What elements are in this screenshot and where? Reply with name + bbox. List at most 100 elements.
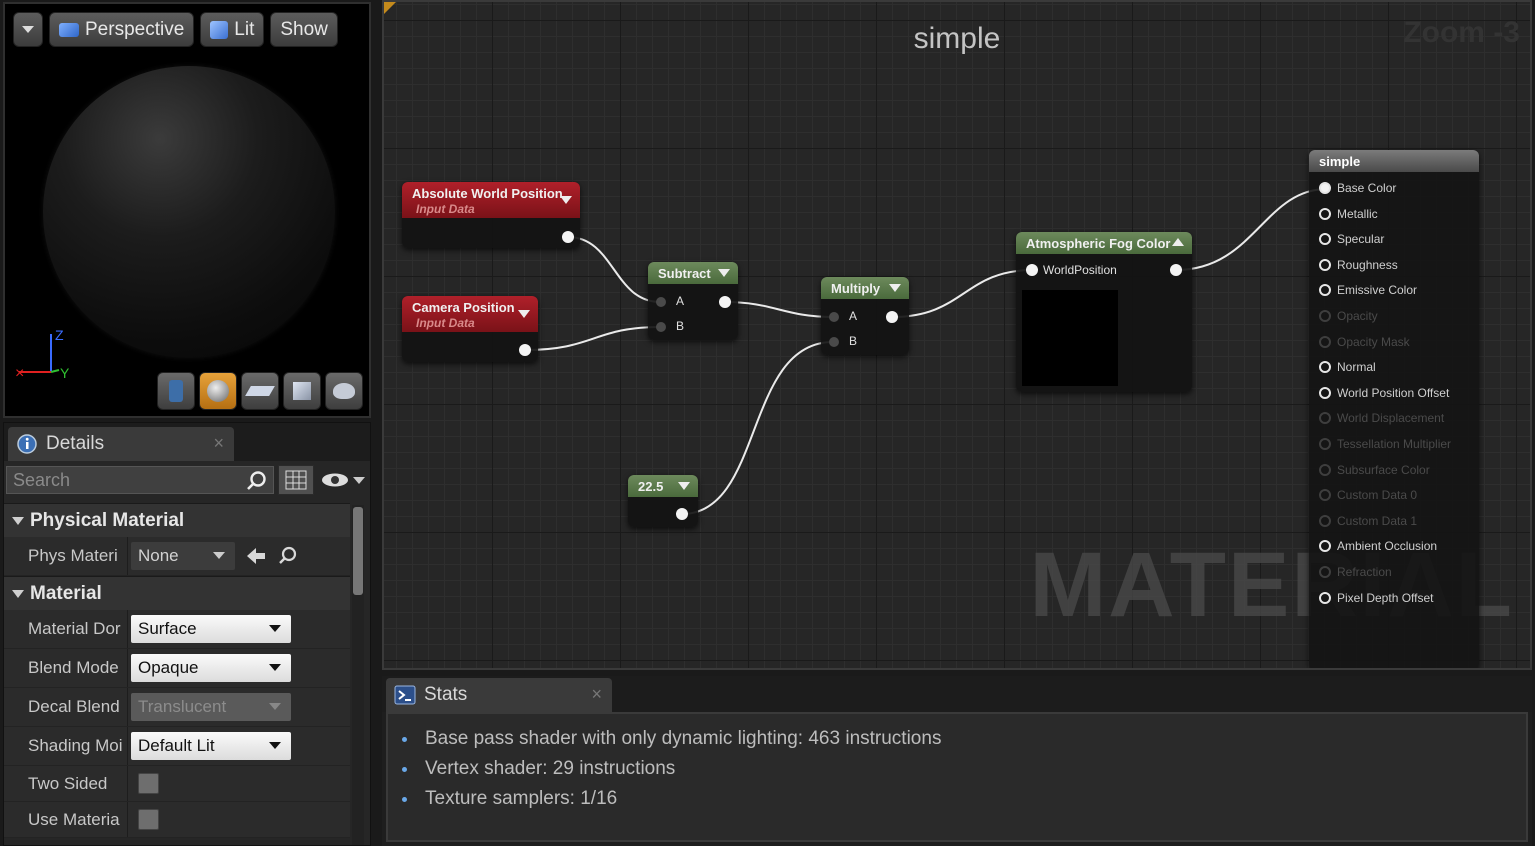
plane-button[interactable] [241,372,279,410]
category-material[interactable]: Material [4,576,350,610]
stats-body: Base pass shader with only dynamic light… [386,712,1528,842]
wire-fog-to-basecolor [1175,188,1328,271]
result-input-pin: Opacity [1319,306,1378,326]
view-options-button[interactable] [318,465,368,495]
chevron-down-icon[interactable] [560,196,572,204]
material-editor: Perspective Lit Show Z Y × Details × Sea… [0,0,1535,846]
pin-label: Custom Data 0 [1337,488,1418,503]
result-input-pin[interactable]: Roughness [1319,255,1398,275]
chevron-down-icon [269,703,281,710]
use-material-checkbox[interactable] [138,809,159,830]
input-pin-a[interactable] [656,297,666,307]
input-pin-b[interactable] [656,322,666,332]
result-input-pin[interactable]: Ambient Occlusion [1319,536,1437,556]
sphere-button[interactable] [199,372,237,410]
combo-value: Default Lit [138,736,215,755]
result-input-pin[interactable]: Emissive Color [1319,280,1417,300]
material-graph[interactable]: simple Zoom -3 MATERIAL Absolute World P… [382,0,1532,670]
result-input-pin[interactable]: Base Color [1319,178,1396,198]
property-value [128,773,159,794]
result-input-pin[interactable]: Pixel Depth Offset [1319,588,1434,608]
output-pin[interactable] [719,296,731,308]
perspective-label: Perspective [85,18,185,40]
input-pin-worldposition[interactable] [1026,264,1038,276]
property-row: Decal Blend Translucent [4,688,350,727]
pin-label: Refraction [1337,565,1392,579]
chevron-down-icon[interactable] [718,269,730,277]
node-atmospheric-fog-color[interactable]: Atmospheric Fog Color WorldPosition [1016,232,1192,392]
lit-button[interactable]: Lit [200,12,265,47]
stat-text: Texture samplers: 1/16 [425,788,618,809]
teapot-button[interactable] [325,372,363,410]
property-label: Use Materia [4,802,128,837]
details-tab-label: Details [46,433,105,454]
cube-lit-icon [210,20,229,39]
stats-console-icon [394,685,416,705]
stats-tab-label: Stats [424,684,468,705]
output-pin[interactable] [562,231,574,243]
bullet-icon [402,796,407,802]
pin-ring-icon [1319,566,1331,578]
chevron-up-icon[interactable] [1172,238,1184,246]
pin-label: WorldPosition [1043,263,1117,277]
pin-label: Custom Data 1 [1337,513,1418,528]
pin-label: World Position Offset [1337,385,1450,400]
axis-gizmo-icon: Z Y × [15,327,70,382]
node-absolute-world-position[interactable]: Absolute World Position Input Data [402,182,580,248]
wire-subtract-to-multiply [724,301,834,318]
node-preview [1022,290,1118,386]
pin-ring-icon [1319,361,1331,374]
node-constant[interactable]: 22.5 [628,475,698,527]
browse-search-icon[interactable] [277,545,299,567]
details-tab[interactable]: Details × [8,427,234,461]
details-scrollbar[interactable] [352,505,364,845]
result-input-pin: Refraction [1319,562,1392,582]
cylinder-button[interactable] [157,372,195,410]
pin-ring-icon [1319,207,1331,220]
pin-ring-icon [1319,591,1331,604]
material-domain-combo[interactable]: Surface [131,615,291,643]
show-button[interactable]: Show [270,12,338,47]
output-pin[interactable] [886,311,898,323]
chevron-down-icon[interactable] [518,310,530,318]
result-input-pin[interactable]: World Position Offset [1319,383,1449,403]
cube-button[interactable] [283,372,321,410]
phys-material-combo[interactable]: None [131,542,235,570]
input-pin-b[interactable] [829,337,839,347]
node-title: Subtract [658,265,711,281]
node-multiply[interactable]: Multiply A B [821,277,909,355]
input-pin-a[interactable] [829,312,839,322]
blend-mode-combo[interactable]: Opaque [131,654,291,682]
scroll-thumb[interactable] [353,507,363,595]
shading-model-combo[interactable]: Default Lit [131,732,291,760]
close-icon[interactable]: × [591,684,602,705]
output-pin[interactable] [676,508,688,520]
property-label: Shading Moi [4,727,128,765]
use-selected-arrow-icon[interactable] [245,546,267,566]
chevron-down-icon[interactable] [678,482,690,490]
node-camera-position[interactable]: Camera Position Input Data [402,296,538,362]
viewport-options-button[interactable] [13,12,43,47]
property-matrix-button[interactable] [278,465,314,495]
node-subtract[interactable]: Subtract A B [648,262,738,340]
pin-label: Roughness [1337,257,1398,272]
two-sided-checkbox[interactable] [138,773,159,794]
pin-ring-icon [1319,335,1331,348]
chevron-down-icon[interactable] [889,284,901,292]
node-material-result[interactable]: simple Base Color Metallic Specular Roughne… [1309,150,1479,668]
close-icon[interactable]: × [213,433,224,454]
result-input-pin[interactable]: Metallic [1319,204,1378,224]
pin-ring-icon [1319,310,1331,322]
perspective-button[interactable]: Perspective [49,12,195,47]
output-pin[interactable] [1170,264,1182,276]
result-input-pin[interactable]: Specular [1319,229,1384,249]
property-row: Shading Moi Default Lit [4,727,350,766]
node-header: Subtract [648,262,738,284]
output-pin[interactable] [519,344,531,356]
details-search-input[interactable]: Search [6,466,274,494]
preview-viewport[interactable]: Perspective Lit Show Z Y × [3,2,371,418]
chevron-down-icon [22,26,34,33]
category-physical-material[interactable]: Physical Material [4,503,350,537]
result-input-pin[interactable]: Normal [1319,357,1376,377]
stats-tab[interactable]: Stats × [386,678,612,712]
